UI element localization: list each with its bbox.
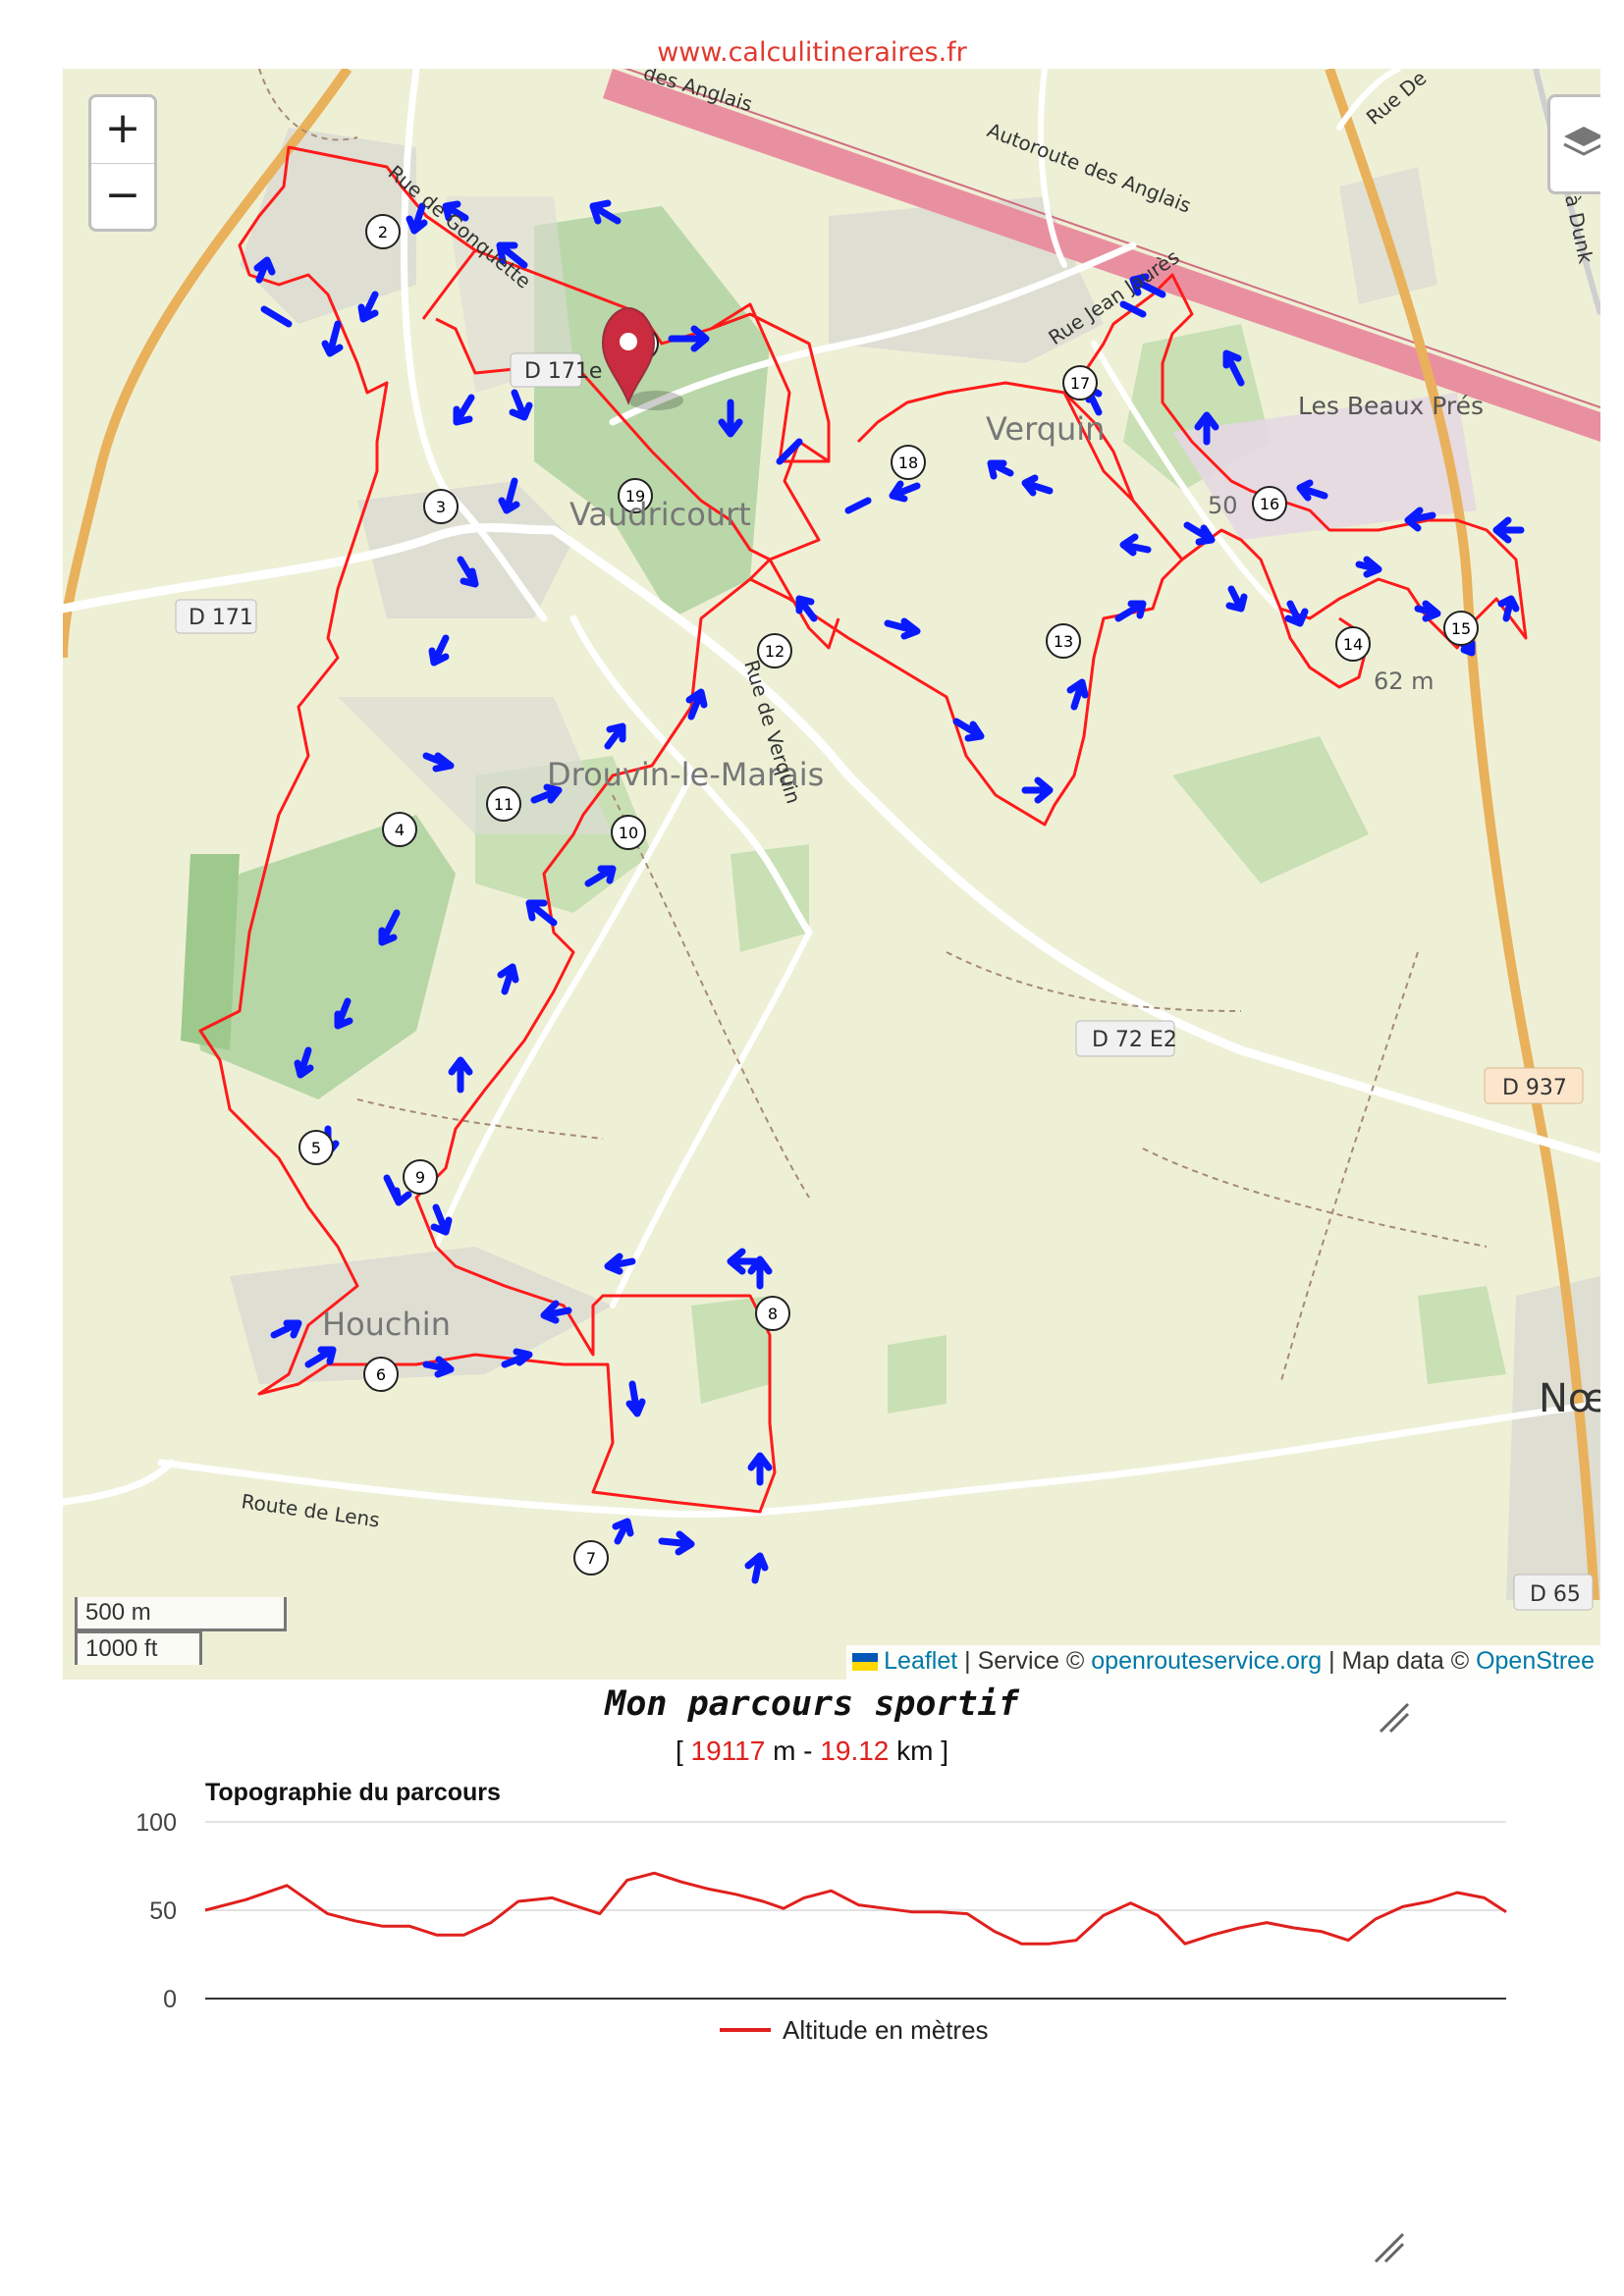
zoom-out-button[interactable]: − bbox=[91, 164, 154, 230]
waypoint-label: 18 bbox=[898, 454, 918, 472]
y-tick-label: 0 bbox=[163, 1986, 177, 2013]
layers-icon bbox=[1563, 127, 1600, 156]
map[interactable]: 1 2 3 4 5 6 7 8 9 10 11 12 13 14 15 16 1… bbox=[63, 69, 1600, 1680]
legend-label: Altitude en mètres bbox=[783, 2015, 989, 2045]
place-label: Vaudricourt bbox=[569, 496, 751, 533]
waypoint-label: 8 bbox=[768, 1305, 778, 1323]
openrouteservice-link[interactable]: openrouteservice.org bbox=[1091, 1647, 1322, 1675]
place-label: Verquin bbox=[986, 410, 1105, 448]
road-shield: D 171e bbox=[524, 359, 602, 384]
layers-button[interactable] bbox=[1547, 94, 1600, 194]
map-attribution: Leaflet | Service © openrouteservice.org… bbox=[846, 1645, 1600, 1680]
elevation-label: 62 m bbox=[1374, 667, 1435, 695]
place-label: Nœ bbox=[1539, 1376, 1600, 1421]
waypoint-label: 11 bbox=[494, 795, 514, 814]
waypoint-label: 3 bbox=[436, 498, 446, 516]
waypoint-label: 6 bbox=[376, 1365, 386, 1384]
resize-handle-icon[interactable] bbox=[1370, 2228, 1409, 2268]
leaflet-link[interactable]: Leaflet bbox=[884, 1647, 957, 1675]
waypoint-label: 16 bbox=[1260, 495, 1279, 513]
waypoint-label: 10 bbox=[619, 824, 638, 842]
waypoint-label: 17 bbox=[1070, 374, 1090, 393]
waypoint-label: 4 bbox=[395, 821, 405, 839]
road-shield: D 72 E2 bbox=[1092, 1028, 1177, 1052]
waypoint-label: 13 bbox=[1054, 632, 1073, 651]
site-url[interactable]: www.calculitineraires.fr bbox=[0, 37, 1624, 68]
attribution-text: | Map data © bbox=[1322, 1647, 1477, 1675]
y-tick-label: 50 bbox=[149, 1897, 177, 1925]
road-shield: D 171 bbox=[189, 606, 253, 630]
y-tick-label: 100 bbox=[135, 1809, 177, 1837]
chart-title: Topographie du parcours bbox=[205, 1779, 501, 1806]
road-shield: D 937 bbox=[1502, 1076, 1567, 1100]
place-label: Les Beaux Prés bbox=[1298, 392, 1484, 420]
openstreetmap-link[interactable]: OpenStree bbox=[1476, 1647, 1595, 1675]
scale-imperial: 1000 ft bbox=[75, 1630, 202, 1665]
zoom-control: + − bbox=[88, 94, 157, 232]
waypoint-label: 7 bbox=[586, 1549, 596, 1568]
waypoint-label: 5 bbox=[311, 1139, 321, 1157]
waypoint-label: 14 bbox=[1343, 635, 1363, 654]
scale-metric: 500 m bbox=[75, 1597, 287, 1631]
place-label: Houchin bbox=[322, 1306, 451, 1343]
waypoint-label: 12 bbox=[765, 642, 785, 661]
road-shield: D 65 bbox=[1530, 1582, 1581, 1607]
waypoint-label: 9 bbox=[415, 1168, 425, 1187]
map-canvas[interactable]: 1 2 3 4 5 6 7 8 9 10 11 12 13 14 15 16 1… bbox=[63, 69, 1600, 1680]
waypoint-label: 15 bbox=[1451, 619, 1471, 638]
resize-handle-icon[interactable] bbox=[1375, 1698, 1414, 1737]
elevation-label: 50 bbox=[1208, 492, 1238, 519]
attribution-text: | Service © bbox=[957, 1647, 1092, 1675]
ukraine-flag-icon bbox=[852, 1653, 879, 1672]
elevation-chart[interactable]: Topographie du parcours 0 50 100 Altitude en… bbox=[0, 1757, 1624, 2052]
waypoint-label: 2 bbox=[378, 223, 388, 241]
altitude-line bbox=[204, 1871, 1507, 1946]
zoom-in-button[interactable]: + bbox=[91, 97, 154, 164]
